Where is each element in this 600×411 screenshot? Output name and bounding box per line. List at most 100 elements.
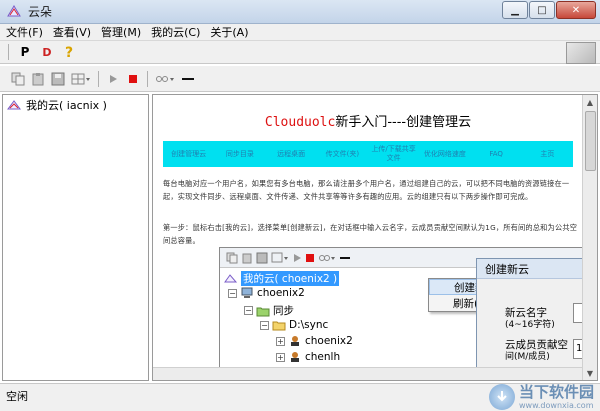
nav-link-transfer-files[interactable]: 传文件(夹) bbox=[317, 150, 368, 159]
link-icon bbox=[156, 75, 174, 82]
help-icon: ? bbox=[65, 45, 73, 60]
decorative-image bbox=[566, 42, 596, 64]
close-button[interactable]: ✕ bbox=[556, 1, 596, 19]
nav-link-create-cloud[interactable]: 创建管理云 bbox=[163, 150, 214, 159]
main-toolbar: P D ? bbox=[0, 40, 600, 64]
title-text: 新手入门----创建管理云 bbox=[335, 115, 472, 130]
play-button[interactable] bbox=[105, 71, 121, 87]
title-bar: 云朵 ▁ □ ✕ bbox=[0, 0, 600, 24]
connect-button[interactable] bbox=[154, 71, 176, 87]
window-controls: ▁ □ ✕ bbox=[502, 1, 596, 19]
play-icon bbox=[294, 253, 301, 262]
user-icon bbox=[291, 352, 299, 362]
menu-manage[interactable]: 管理(M) bbox=[101, 24, 141, 40]
space-label: 云成员贡献空 bbox=[505, 339, 568, 351]
stop-button[interactable] bbox=[125, 71, 141, 87]
paste-icon bbox=[242, 253, 252, 263]
intro-paragraph: 每台电脑对应一个用户名，如果您有多台电脑，那么请注册多个用户名，通过组建自己的云… bbox=[163, 179, 570, 201]
watermark: 当下软件园 www.downxia.com bbox=[488, 384, 594, 410]
embedded-tree-node[interactable]: − D:\sync bbox=[260, 319, 328, 331]
nav-link-sync-dir[interactable]: 同步目录 bbox=[214, 150, 265, 159]
menu-my-cloud[interactable]: 我的云(C) bbox=[151, 24, 200, 40]
folder-icon bbox=[272, 321, 286, 331]
nav-link-remote-desktop[interactable]: 远程桌面 bbox=[266, 150, 317, 159]
scroll-up-icon[interactable]: ▲ bbox=[583, 95, 597, 109]
embedded-tree: 我的云( choenix2 ) − choenix2 − 同步 − D:\syn… bbox=[220, 269, 396, 380]
scroll-thumb[interactable] bbox=[585, 111, 596, 171]
cloud-tree-pane: 我的云( iacnix ) bbox=[2, 94, 149, 381]
space-label-line2: 间(M/成员) bbox=[505, 352, 550, 362]
link-icon bbox=[319, 254, 335, 261]
tree-node-label: 同步 bbox=[273, 305, 294, 317]
maximize-button[interactable]: □ bbox=[529, 1, 555, 19]
embedded-tree-node[interactable]: + choenix2 bbox=[276, 335, 353, 347]
nav-link-share-files[interactable]: 上传/下载共享文件 bbox=[368, 145, 419, 163]
document-pane: Clouduolc新手入门----创建管理云 创建管理云 同步目录 远程桌面 传… bbox=[152, 94, 598, 381]
status-text: 空闲 bbox=[6, 390, 28, 403]
d-button-label: D bbox=[42, 45, 52, 59]
tree-root-item[interactable]: 我的云( iacnix ) bbox=[3, 95, 148, 115]
nav-link-optimize-network[interactable]: 优化网络速度 bbox=[419, 150, 470, 159]
toolbar-separator bbox=[8, 44, 9, 60]
grid-icon bbox=[71, 73, 90, 84]
embedded-tree-node[interactable]: − 同步 bbox=[244, 303, 294, 318]
save-button[interactable] bbox=[50, 71, 66, 87]
tree-node-label: choenix2 bbox=[257, 287, 305, 299]
app-logo-icon bbox=[7, 4, 21, 16]
save-icon bbox=[51, 72, 65, 85]
create-cloud-dialog: 创建新云 新云名字 (4~16字符) 云成员贡献空 间(M/成员) 1024 bbox=[476, 258, 583, 380]
menu-bar: 文件(F) 查看(V) 管理(M) 我的云(C) 关于(A) bbox=[0, 24, 600, 40]
expand-icon[interactable]: + bbox=[276, 352, 285, 362]
play-icon bbox=[110, 74, 117, 83]
minimize-button[interactable]: ▁ bbox=[502, 1, 528, 19]
d-button[interactable]: D bbox=[39, 44, 55, 60]
dialog-title: 创建新云 bbox=[477, 259, 583, 279]
line-icon bbox=[182, 77, 194, 80]
copy-button[interactable] bbox=[10, 71, 26, 87]
watermark-logo bbox=[488, 384, 515, 410]
copy-icon bbox=[226, 252, 238, 263]
computer-icon bbox=[241, 287, 253, 298]
tree-node-label: D:\sync bbox=[289, 319, 329, 331]
tree-node-label: choenix2 bbox=[305, 335, 353, 347]
save-icon bbox=[256, 252, 268, 263]
secondary-toolbar bbox=[0, 66, 600, 92]
download-icon bbox=[497, 391, 507, 402]
document-content: Clouduolc新手入门----创建管理云 创建管理云 同步目录 远程桌面 传… bbox=[153, 95, 583, 380]
paste-button[interactable] bbox=[30, 71, 46, 87]
cloud-name-label: 新云名字 bbox=[505, 307, 547, 319]
cloud-name-hint: (4~16字符) bbox=[505, 320, 555, 330]
nav-link-faq[interactable]: FAQ bbox=[471, 150, 522, 159]
p-button[interactable]: P bbox=[17, 44, 33, 60]
menu-view[interactable]: 查看(V) bbox=[53, 24, 91, 40]
collapse-icon[interactable]: − bbox=[228, 288, 237, 298]
stop-icon bbox=[306, 253, 314, 262]
help-button[interactable]: ? bbox=[61, 44, 77, 60]
document-title: Clouduolc新手入门----创建管理云 bbox=[153, 111, 583, 130]
window-title: 云朵 bbox=[28, 5, 53, 19]
toolbar-separator bbox=[98, 70, 99, 87]
toolbar-separator bbox=[147, 70, 148, 87]
brand-name: Clouduolc bbox=[264, 115, 336, 130]
menu-about[interactable]: 关于(A) bbox=[210, 24, 248, 40]
watermark-url: www.downxia.com bbox=[518, 401, 594, 410]
embedded-tree-node[interactable]: + chenlh bbox=[276, 351, 340, 363]
nav-link-home[interactable]: 主页 bbox=[522, 150, 573, 159]
scroll-down-icon[interactable]: ▼ bbox=[583, 366, 597, 380]
line-icon bbox=[340, 256, 350, 259]
cloud-icon bbox=[224, 274, 238, 283]
expand-icon[interactable]: + bbox=[276, 336, 285, 346]
doc-nav-bar: 创建管理云 同步目录 远程桌面 传文件(夹) 上传/下载共享文件 优化网络速度 … bbox=[163, 141, 573, 167]
line-button[interactable] bbox=[180, 71, 196, 87]
horizontal-scrollbar[interactable] bbox=[153, 367, 583, 380]
collapse-icon[interactable]: − bbox=[244, 306, 253, 315]
collapse-icon[interactable]: − bbox=[260, 320, 269, 330]
embedded-screenshot: 我的云( choenix2 ) − choenix2 − 同步 − D:\syn… bbox=[219, 247, 583, 380]
grid-view-button[interactable] bbox=[70, 71, 92, 87]
embedded-tree-node[interactable]: − choenix2 bbox=[228, 287, 305, 299]
vertical-scrollbar[interactable]: ▲ ▼ bbox=[582, 95, 597, 380]
stop-icon bbox=[129, 74, 137, 83]
svg-text:?: ? bbox=[65, 45, 73, 60]
menu-file[interactable]: 文件(F) bbox=[6, 24, 43, 40]
embedded-tree-root[interactable]: 我的云( choenix2 ) bbox=[224, 271, 340, 286]
